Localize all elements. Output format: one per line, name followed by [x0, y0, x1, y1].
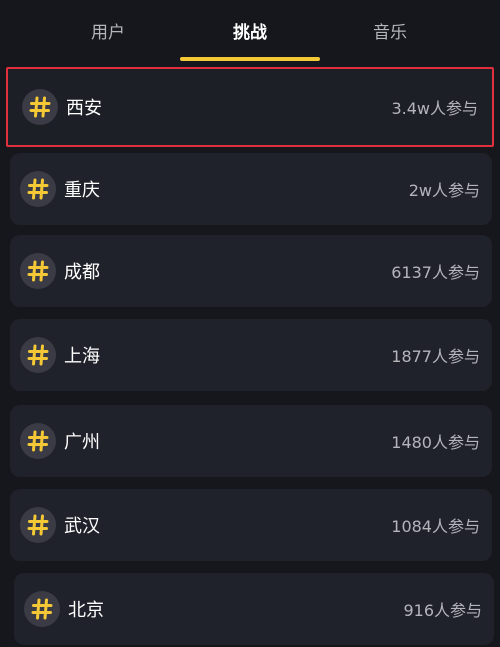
challenge-item[interactable]: 成都 6137人参与 [10, 235, 492, 307]
challenge-item[interactable]: 上海 1877人参与 [10, 319, 492, 391]
challenge-item[interactable]: 广州 1480人参与 [10, 405, 492, 477]
challenge-item[interactable]: 重庆 2w人参与 [10, 153, 492, 225]
challenge-city: 上海 [64, 346, 100, 367]
participant-count: 1084人参与 [391, 517, 480, 536]
hashtag-icon [22, 89, 58, 125]
challenge-city: 成都 [64, 262, 100, 283]
participant-count: 1480人参与 [391, 433, 480, 452]
hashtag-icon [20, 337, 56, 373]
challenge-city: 北京 [68, 600, 104, 621]
challenge-city: 武汉 [64, 516, 100, 537]
participant-count: 3.4w人参与 [391, 99, 478, 118]
challenge-city: 西安 [66, 98, 102, 119]
hashtag-icon [20, 171, 56, 207]
challenge-item[interactable]: 武汉 1084人参与 [10, 489, 492, 561]
challenge-item[interactable]: 北京 916人参与 [14, 573, 494, 645]
challenge-city: 重庆 [64, 180, 100, 201]
challenge-item[interactable]: 西安 3.4w人参与 [6, 67, 494, 147]
participant-count: 1877人参与 [391, 347, 480, 366]
participant-count: 6137人参与 [391, 263, 480, 282]
hashtag-icon [24, 591, 60, 627]
hashtag-icon [20, 507, 56, 543]
participant-count: 2w人参与 [408, 181, 480, 200]
participant-count: 916人参与 [403, 601, 482, 620]
hashtag-icon [20, 253, 56, 289]
hashtag-icon [20, 423, 56, 459]
challenge-list: 西安 3.4w人参与 重庆 2w人参与 成都 6137人参与 上海 1877人参… [0, 0, 500, 647]
challenge-city: 广州 [64, 432, 100, 453]
